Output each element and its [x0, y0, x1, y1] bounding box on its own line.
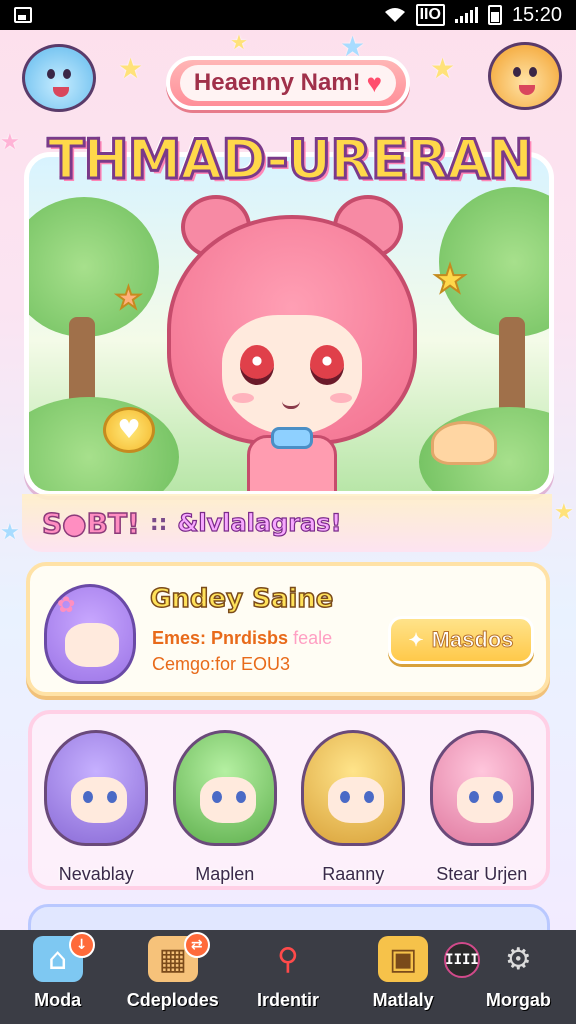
- player-category-line: Cemgo:for EOU3: [152, 654, 291, 674]
- username-pill[interactable]: Heaenny Nam! ♥: [166, 56, 410, 110]
- star-decoration-icon: ★: [554, 500, 574, 525]
- settings-icon: ⚙: [504, 941, 532, 977]
- gallery-notification-icon: [14, 7, 32, 23]
- player-name: Gndey Saine: [149, 583, 334, 615]
- nav-label: Irdentir: [256, 990, 319, 1010]
- character-roster: Nevablay Maplen Raanny Stear Urjen: [28, 710, 550, 890]
- star-decoration-icon: ★: [118, 52, 144, 85]
- slime-icon: [431, 421, 497, 465]
- roster-name: Raanny: [322, 864, 385, 884]
- star-decoration-icon: ★: [0, 520, 20, 545]
- roster-item[interactable]: Stear Urjen: [423, 730, 541, 885]
- roster-portrait: [429, 730, 534, 846]
- star-decoration-icon: ★: [230, 30, 248, 54]
- nav-item-matlaly[interactable]: ▣ Matlaly: [348, 936, 458, 1011]
- profile-card[interactable]: ✿ Gndey Saine Emes: Pnrdisbs feale Cemgo…: [26, 562, 550, 696]
- roster-name: Stear Urjen: [436, 864, 528, 884]
- roster-item[interactable]: Nevablay: [37, 730, 155, 885]
- nav-badge: ↓: [68, 932, 95, 958]
- mascot-left-icon[interactable]: [22, 44, 96, 112]
- roster-item[interactable]: Raanny: [294, 730, 412, 885]
- nav-label: Matlaly: [372, 990, 434, 1010]
- player-avatar[interactable]: ✿: [44, 584, 136, 684]
- username-text: Heaenny Nam!: [193, 69, 361, 96]
- nav-item-cdeplodes[interactable]: ▦ ⇄ Cdeplodes: [118, 932, 228, 1011]
- signal-icon: [454, 7, 478, 23]
- bow-icon: [271, 427, 313, 449]
- nav-item-morgab[interactable]: ⚙ Morgab: [463, 936, 573, 1011]
- search-icon: ⚲: [276, 941, 299, 977]
- ribbon-separator: ::: [149, 510, 168, 536]
- roster-portrait: [301, 730, 406, 846]
- sim-icon: IIO: [415, 4, 445, 26]
- masdos-button-label: Masdos: [431, 627, 514, 653]
- event-ribbon[interactable]: S●BT! :: &lvlalagras!: [22, 494, 552, 552]
- masdos-button[interactable]: ✦ Masdos: [388, 616, 534, 664]
- roster-name: Nevablay: [58, 864, 134, 884]
- character-face: [222, 315, 362, 435]
- star-icon: ★: [432, 256, 468, 302]
- status-bar: IIO 15:20: [0, 0, 576, 30]
- tree-decoration: [29, 197, 159, 337]
- roster-name: Maplen: [195, 864, 255, 884]
- star-decoration-icon: ★: [0, 130, 20, 155]
- ribbon-right-text: &lvlalagras!: [177, 508, 342, 537]
- battery-icon: [487, 5, 502, 25]
- nav-label: Cdeplodes: [126, 990, 219, 1010]
- ribbon-left-text: S●BT!: [41, 506, 140, 541]
- hero-character[interactable]: [167, 195, 417, 491]
- star-decoration-icon: ★: [430, 52, 456, 85]
- gift-icon: ▣: [378, 936, 429, 982]
- mascot-right-icon[interactable]: [488, 42, 562, 110]
- hero-panel: ♥ ★ ★: [24, 152, 554, 496]
- nav-item-irdentir[interactable]: ⚲ Irdentir: [233, 936, 343, 1011]
- player-stat-line: Emes: Pnrdisbs feale: [152, 628, 332, 649]
- roster-portrait: [44, 730, 149, 846]
- game-title: THMAD-URERAN: [46, 127, 535, 193]
- wifi-icon: [384, 8, 405, 22]
- player-stat-faded: feale: [293, 628, 333, 648]
- flower-icon: ✿: [57, 593, 76, 618]
- heart-icon: ♥: [366, 68, 383, 98]
- star-icon: ★: [114, 280, 143, 317]
- nav-item-moda[interactable]: ⌂ ↓ Moda: [3, 932, 113, 1011]
- roster-portrait: [172, 730, 277, 846]
- player-stat-main: Emes: Pnrdisbs: [152, 628, 289, 648]
- roster-item[interactable]: Maplen: [166, 730, 284, 885]
- bush-decoration: [29, 397, 179, 491]
- status-time: 15:20: [511, 3, 562, 26]
- sparkle-icon: ✦: [408, 629, 424, 650]
- nav-label: Morgab: [485, 990, 551, 1010]
- heart-bubble-icon[interactable]: ♥: [103, 407, 155, 453]
- extra-menu-icon[interactable]: IIII: [444, 942, 480, 978]
- bottom-nav: ⌂ ↓ Moda ▦ ⇄ Cdeplodes ⚲ Irdentir ▣ Matl…: [0, 930, 576, 1024]
- nav-badge: ⇄: [183, 932, 210, 958]
- nav-label: Moda: [34, 990, 82, 1010]
